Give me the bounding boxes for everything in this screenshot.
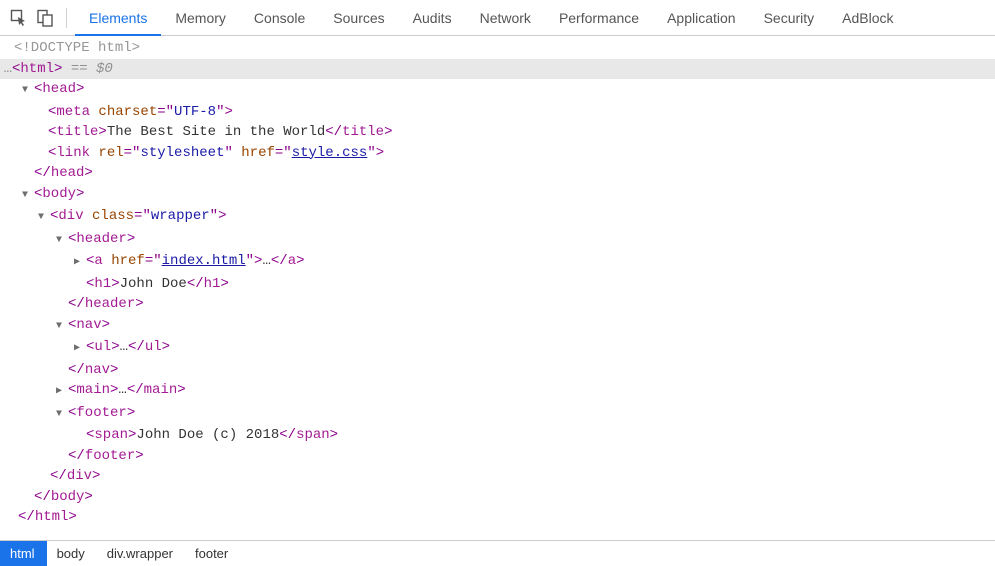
tab-memory[interactable]: Memory	[161, 0, 240, 35]
dom-line-meta[interactable]: <meta charset="UTF-8">	[0, 102, 995, 123]
dom-line-body-close[interactable]: </body>	[0, 487, 995, 508]
caret-down-icon[interactable]: ▼	[56, 317, 66, 338]
crumb-html[interactable]: html	[0, 541, 47, 566]
caret-down-icon[interactable]: ▼	[38, 208, 48, 229]
dom-line-nav-close[interactable]: </nav>	[0, 360, 995, 381]
breadcrumb: html body div.wrapper footer	[0, 540, 995, 566]
dom-line-span[interactable]: <span>John Doe (c) 2018</span>	[0, 425, 995, 446]
dom-line-head-open[interactable]: ▼<head>	[0, 79, 995, 102]
dom-line-body-open[interactable]: ▼<body>	[0, 184, 995, 207]
dom-line-footer-open[interactable]: ▼<footer>	[0, 403, 995, 426]
toolbar-separator	[66, 8, 67, 28]
dom-line-html-open[interactable]: …<html> == $0	[0, 59, 995, 80]
crumb-div-wrapper[interactable]: div.wrapper	[97, 541, 185, 566]
panel-tabs: Elements Memory Console Sources Audits N…	[75, 0, 908, 35]
tab-audits[interactable]: Audits	[399, 0, 466, 35]
dom-line-main[interactable]: ▶<main>…</main>	[0, 380, 995, 403]
dom-line-ul[interactable]: ▶<ul>…</ul>	[0, 337, 995, 360]
dom-tree[interactable]: <!DOCTYPE html> …<html> == $0 ▼<head> <m…	[0, 36, 995, 540]
tab-network[interactable]: Network	[466, 0, 545, 35]
device-toolbar-icon[interactable]	[34, 7, 56, 29]
tab-elements[interactable]: Elements	[75, 0, 161, 35]
dom-line-html-close[interactable]: </html>	[0, 507, 995, 528]
caret-right-icon[interactable]: ▶	[74, 339, 84, 360]
dom-line-head-close[interactable]: </head>	[0, 163, 995, 184]
tab-application[interactable]: Application	[653, 0, 750, 35]
dom-line-h1[interactable]: <h1>John Doe</h1>	[0, 274, 995, 295]
tab-performance[interactable]: Performance	[545, 0, 653, 35]
caret-down-icon[interactable]: ▼	[56, 231, 66, 252]
crumb-footer[interactable]: footer	[185, 541, 240, 566]
tab-adblock[interactable]: AdBlock	[828, 0, 907, 35]
dom-line-title[interactable]: <title>The Best Site in the World</title…	[0, 122, 995, 143]
caret-right-icon[interactable]: ▶	[74, 253, 84, 274]
tab-security[interactable]: Security	[750, 0, 829, 35]
toolbar: Elements Memory Console Sources Audits N…	[0, 0, 995, 36]
caret-down-icon[interactable]: ▼	[22, 81, 32, 102]
tab-console[interactable]: Console	[240, 0, 319, 35]
caret-right-icon[interactable]: ▶	[56, 382, 66, 403]
dom-line-header-close[interactable]: </header>	[0, 294, 995, 315]
dom-line-nav-open[interactable]: ▼<nav>	[0, 315, 995, 338]
dom-line-div-close[interactable]: </div>	[0, 466, 995, 487]
caret-down-icon[interactable]: ▼	[56, 405, 66, 426]
dom-line-a[interactable]: ▶<a href="index.html">…</a>	[0, 251, 995, 274]
caret-down-icon[interactable]: ▼	[22, 186, 32, 207]
dom-line-div-open[interactable]: ▼<div class="wrapper">	[0, 206, 995, 229]
tab-sources[interactable]: Sources	[319, 0, 398, 35]
dom-line-link[interactable]: <link rel="stylesheet" href="style.css">	[0, 143, 995, 164]
crumb-body[interactable]: body	[47, 541, 97, 566]
dom-line-header-open[interactable]: ▼<header>	[0, 229, 995, 252]
select-element-icon[interactable]	[8, 7, 30, 29]
dom-line-footer-close[interactable]: </footer>	[0, 446, 995, 467]
dom-line-doctype[interactable]: <!DOCTYPE html>	[0, 38, 995, 59]
